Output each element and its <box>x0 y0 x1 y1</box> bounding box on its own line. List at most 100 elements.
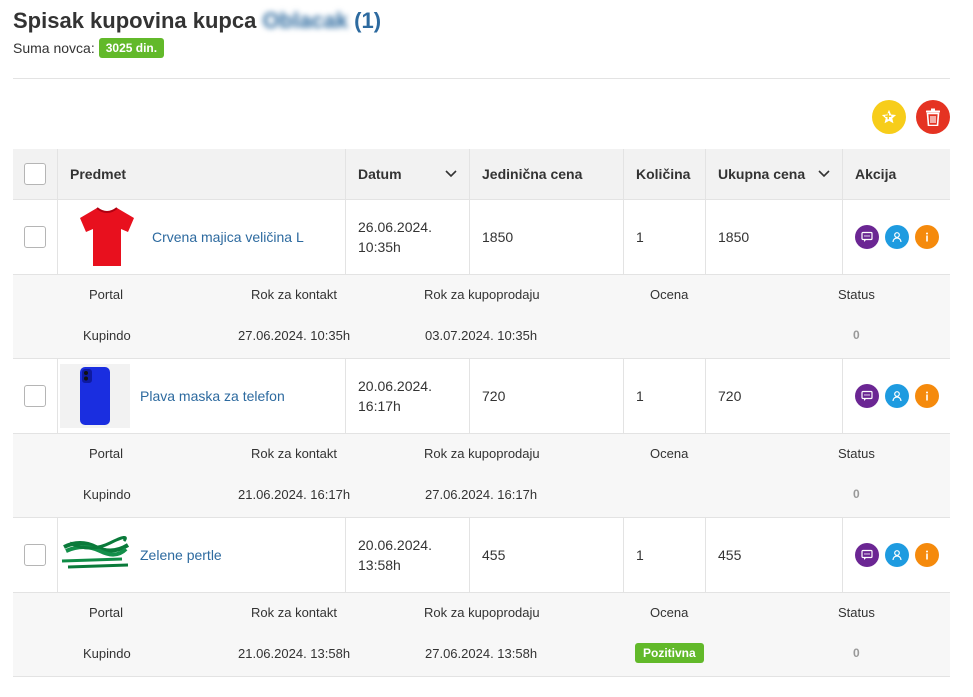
quantity-cell: 1 <box>624 200 706 274</box>
col-jedinicna-cena: Jedinična cena <box>470 149 624 199</box>
unit-price: 455 <box>482 547 506 563</box>
contact-deadline: 21.06.2024. 13:58h <box>238 646 351 661</box>
product-link[interactable]: Plava maska za telefon <box>140 388 285 404</box>
time-text: 13:58h <box>358 557 401 573</box>
detail-label-rating: Ocena <box>650 605 689 620</box>
user-button[interactable] <box>885 543 909 567</box>
row-checkbox-cell <box>13 200 58 274</box>
green-laces-image <box>61 536 130 569</box>
product-link[interactable]: Crvena majica veličina L <box>152 229 304 245</box>
purchase-count: (1) <box>354 8 382 33</box>
quantity-cell: 1 <box>624 359 706 433</box>
user-icon <box>892 391 902 402</box>
detail-label-portal: Portal <box>89 287 123 302</box>
product-cell: Zelene pertle <box>58 518 346 592</box>
detail-label-status: Status <box>838 446 875 461</box>
header-checkbox-cell <box>13 149 58 199</box>
message-button[interactable] <box>855 225 879 249</box>
quantity: 1 <box>636 229 644 245</box>
time-text: 16:17h <box>358 398 401 414</box>
page-title: Spisak kupovina kupca Oblacak (1) <box>13 8 381 34</box>
star-plus-icon <box>881 109 897 124</box>
detail-label-sale: Rok za kupoprodaju <box>424 287 540 302</box>
delete-button[interactable] <box>916 100 950 134</box>
unit-price-cell: 1850 <box>470 200 624 274</box>
row-checkbox-cell <box>13 518 58 592</box>
info-button[interactable] <box>915 225 939 249</box>
actions-cell <box>843 200 950 274</box>
info-icon <box>926 550 928 560</box>
info-button[interactable] <box>915 384 939 408</box>
info-icon <box>926 232 928 242</box>
product-cell: Crvena majica veličina L <box>58 200 346 274</box>
time-text: 10:35h <box>358 239 401 255</box>
chat-icon <box>861 549 873 560</box>
blue-phone-case-image <box>80 367 110 425</box>
col-predmet: Predmet <box>58 149 346 199</box>
detail-label-contact: Rok za kontakt <box>251 446 337 461</box>
product-image[interactable] <box>60 364 130 428</box>
portal-value: Kupindo <box>83 487 131 502</box>
trash-icon <box>926 108 940 126</box>
actions-cell <box>843 518 950 592</box>
info-icon <box>926 391 928 401</box>
col-datum[interactable]: Datum <box>346 149 470 199</box>
row-checkbox-cell <box>13 359 58 433</box>
col-label: Predmet <box>70 166 127 182</box>
detail-label-rating: Ocena <box>650 287 689 302</box>
total-price: 720 <box>718 388 742 404</box>
user-button[interactable] <box>885 225 909 249</box>
rating-badge: Pozitivna <box>635 643 704 663</box>
message-button[interactable] <box>855 384 879 408</box>
sum-label: Suma novca: <box>13 40 95 56</box>
col-label: Datum <box>358 166 402 182</box>
total-price: 455 <box>718 547 742 563</box>
col-ukupna-cena[interactable]: Ukupna cena <box>706 149 843 199</box>
row-details: Portal Rok za kontakt Rok za kupoprodaju… <box>13 593 950 677</box>
chevron-down-icon <box>818 170 830 178</box>
row-details: Portal Rok za kontakt Rok za kupoprodaju… <box>13 275 950 359</box>
divider <box>13 78 950 79</box>
info-button[interactable] <box>915 543 939 567</box>
actions-cell <box>843 359 950 433</box>
quantity: 1 <box>636 388 644 404</box>
product-image[interactable] <box>72 205 142 269</box>
row-checkbox[interactable] <box>24 544 46 566</box>
row-checkbox[interactable] <box>24 385 46 407</box>
date-text: 20.06.2024. <box>358 537 432 553</box>
chevron-down-icon <box>445 170 457 178</box>
status-value: 0 <box>853 328 860 342</box>
total-cell: 455 <box>706 518 843 592</box>
sale-deadline: 03.07.2024. 10:35h <box>425 328 538 343</box>
add-favorite-button[interactable] <box>872 100 906 134</box>
quantity: 1 <box>636 547 644 563</box>
detail-label-contact: Rok za kontakt <box>251 605 337 620</box>
unit-price-cell: 720 <box>470 359 624 433</box>
date-text: 26.06.2024. <box>358 219 432 235</box>
table-header: Predmet Datum Jedinična cena Količina Uk… <box>13 149 950 200</box>
user-button[interactable] <box>885 384 909 408</box>
total-price: 1850 <box>718 229 750 245</box>
unit-price: 720 <box>482 388 506 404</box>
table-row: Plava maska za telefon 20.06.2024. 16:17h… <box>13 359 950 434</box>
row-checkbox[interactable] <box>24 226 46 248</box>
sale-deadline: 27.06.2024. 16:17h <box>425 487 538 502</box>
detail-label-rating: Ocena <box>650 446 689 461</box>
product-image[interactable] <box>60 523 130 587</box>
purchases-table: Predmet Datum Jedinična cena Količina Uk… <box>13 149 950 677</box>
chat-icon <box>861 231 873 242</box>
user-icon <box>892 550 902 561</box>
select-all-checkbox[interactable] <box>24 163 46 185</box>
sum-row: Suma novca: 3025 din. <box>13 38 165 58</box>
detail-label-portal: Portal <box>89 446 123 461</box>
portal-value: Kupindo <box>83 328 131 343</box>
message-button[interactable] <box>855 543 879 567</box>
detail-label-portal: Portal <box>89 605 123 620</box>
date-cell: 26.06.2024. 10:35h <box>346 200 470 274</box>
status-value: 0 <box>853 646 860 660</box>
product-cell: Plava maska za telefon <box>58 359 346 433</box>
date-cell: 20.06.2024. 16:17h <box>346 359 470 433</box>
title-text: Spisak kupovina kupca <box>13 8 257 33</box>
product-link[interactable]: Zelene pertle <box>140 547 222 563</box>
status-value: 0 <box>853 487 860 501</box>
